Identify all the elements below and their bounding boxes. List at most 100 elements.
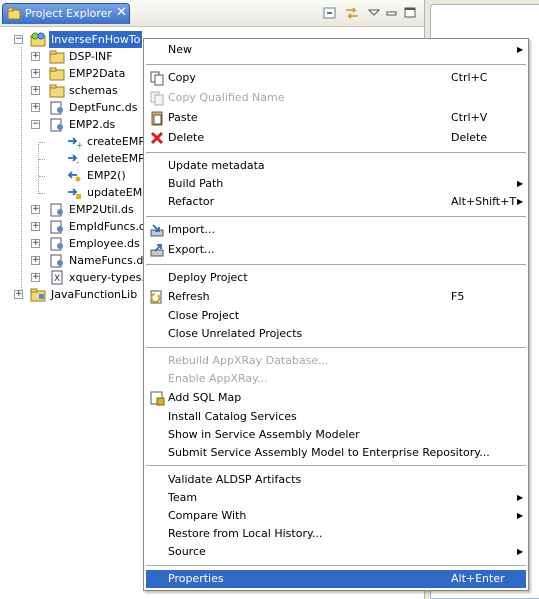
project-explorer-tab[interactable]: Project Explorer ✕ <box>2 3 130 24</box>
menu-item-shortcut: Alt+Shift+T <box>451 195 517 208</box>
menu-item-shortcut: Alt+Enter <box>451 572 505 585</box>
folder-icon <box>49 84 65 98</box>
data-service-icon <box>50 203 63 217</box>
export-icon <box>150 244 164 257</box>
menu-item-label: Deploy Project <box>168 271 248 284</box>
expand-toggle[interactable]: + <box>14 290 23 299</box>
expand-toggle[interactable]: + <box>31 69 40 78</box>
menu-item-label: Close Project <box>168 309 240 322</box>
svg-text:+: + <box>76 141 82 149</box>
maximize-icon[interactable] <box>402 6 418 20</box>
menu-item-show-in-service-assembly-modeler[interactable]: Show in Service Assembly Modeler <box>146 426 526 444</box>
collapse-toggle[interactable]: − <box>31 120 40 129</box>
tree-item-label: DeptFunc.ds <box>69 101 138 114</box>
menu-separator <box>146 264 526 265</box>
view-header: Project Explorer ✕ <box>0 0 424 27</box>
java-project-icon <box>30 288 46 302</box>
data-service-icon <box>50 101 63 115</box>
menu-separator <box>146 64 526 65</box>
view-menu-icon[interactable] <box>366 6 382 20</box>
expand-toggle[interactable]: + <box>31 273 40 282</box>
submenu-arrow-icon: ▶ <box>517 179 524 188</box>
expand-toggle[interactable]: + <box>31 256 40 265</box>
tree-item-label: schemas <box>69 84 118 97</box>
copy-icon <box>150 71 164 86</box>
project-explorer-icon <box>7 7 21 20</box>
create-operation-icon: + <box>68 137 82 149</box>
svg-text:X: X <box>54 274 60 284</box>
tree-item-label: Employee.ds <box>69 237 140 250</box>
tab-title: Project Explorer <box>25 7 112 20</box>
menu-item-export[interactable]: Export... <box>146 241 526 259</box>
menu-item-update-metadata[interactable]: Update metadata <box>146 157 526 175</box>
menu-item-import[interactable]: Import... <box>146 221 526 239</box>
menu-item-refactor[interactable]: Refactor Alt+Shift+T ▶ <box>146 193 526 211</box>
expand-toggle[interactable]: + <box>31 52 40 61</box>
menu-item-compare-with[interactable]: Compare With ▶ <box>146 507 526 525</box>
menu-item-shortcut: F5 <box>451 290 465 303</box>
minimize-icon[interactable] <box>384 6 400 20</box>
tree-item-label: InverseFnHowTo <box>49 31 143 48</box>
menu-item-label: Refresh <box>168 290 210 303</box>
menu-item-label: Install Catalog Services <box>168 410 297 423</box>
menu-item-build-path[interactable]: Build Path ▶ <box>146 175 526 193</box>
menu-item-properties[interactable]: Properties Alt+Enter <box>146 570 526 588</box>
menu-item-refresh[interactable]: Refresh F5 <box>146 288 526 306</box>
tree-item-label: xquery-types.x <box>69 271 152 284</box>
menu-item-label: Build Path <box>168 177 224 190</box>
expand-toggle[interactable]: + <box>31 86 40 95</box>
menu-separator <box>146 465 526 466</box>
menu-item-label: Add SQL Map <box>168 391 242 404</box>
menu-item-label: Restore from Local History... <box>168 527 323 540</box>
menu-separator <box>146 152 526 153</box>
menu-item-copy-qualified-name[interactable]: Copy Qualified Name <box>146 89 526 107</box>
link-with-editor-icon[interactable] <box>344 6 360 20</box>
submenu-arrow-icon: ▶ <box>517 511 524 520</box>
close-icon[interactable]: ✕ <box>116 5 127 20</box>
menu-item-enable-appxray[interactable]: Enable AppXRay... <box>146 370 526 388</box>
delete-operation-icon: - <box>68 154 79 166</box>
menu-item-label: Refactor <box>168 195 215 208</box>
update-operation-icon <box>68 188 81 199</box>
menu-item-deploy-project[interactable]: Deploy Project <box>146 269 526 287</box>
menu-item-label: Team <box>168 491 198 504</box>
expand-toggle[interactable]: + <box>31 222 40 231</box>
menu-item-shortcut: Ctrl+V <box>451 111 488 124</box>
menu-item-label: Import... <box>168 223 215 236</box>
expand-toggle[interactable]: + <box>31 205 40 214</box>
menu-item-delete[interactable]: Delete Delete <box>146 129 526 147</box>
expand-toggle[interactable]: + <box>31 103 40 112</box>
folder-icon <box>49 67 65 81</box>
tree-item-label: EMP2.ds <box>69 118 116 131</box>
menu-item-new[interactable]: New ▶ <box>146 41 526 59</box>
menu-item-label: Submit Service Assembly Model to Enterpr… <box>168 446 490 459</box>
menu-item-label: Copy <box>168 71 196 84</box>
tree-item-label: updateEMP <box>87 186 149 199</box>
menu-item-validate-aldsp-artifacts[interactable]: Validate ALDSP Artifacts <box>146 471 526 489</box>
submenu-arrow-icon: ▶ <box>517 493 524 502</box>
menu-item-team[interactable]: Team ▶ <box>146 489 526 507</box>
menu-item-shortcut: Ctrl+C <box>451 71 488 84</box>
menu-item-close-unrelated-projects[interactable]: Close Unrelated Projects <box>146 325 526 343</box>
menu-item-label: Update metadata <box>168 159 265 172</box>
menu-item-submit-service-assembly-model[interactable]: Submit Service Assembly Model to Enterpr… <box>146 444 526 462</box>
tree-item-label: EMP2Data <box>69 67 126 80</box>
menu-item-label: Compare With <box>168 509 247 522</box>
tree-connector <box>39 176 45 177</box>
menu-item-rebuild-appxray-database[interactable]: Rebuild AppXRay Database... <box>146 352 526 370</box>
expand-toggle[interactable]: + <box>31 239 40 248</box>
collapse-toggle[interactable]: − <box>14 35 23 44</box>
menu-item-install-catalog-services[interactable]: Install Catalog Services <box>146 408 526 426</box>
menu-item-restore-from-local-history[interactable]: Restore from Local History... <box>146 525 526 543</box>
menu-item-paste[interactable]: Paste Ctrl+V <box>146 109 526 127</box>
menu-item-add-sql-map[interactable]: Add SQL Map <box>146 389 526 407</box>
tree-item-label: JavaFunctionLib <box>51 288 138 301</box>
copy-qualified-name-icon <box>150 91 164 106</box>
menu-item-copy[interactable]: Copy Ctrl+C <box>146 69 526 87</box>
menu-item-source[interactable]: Source ▶ <box>146 543 526 561</box>
menu-item-label: Show in Service Assembly Modeler <box>168 428 360 441</box>
submenu-arrow-icon: ▶ <box>517 45 524 54</box>
menu-item-label: Validate ALDSP Artifacts <box>168 473 302 486</box>
menu-item-close-project[interactable]: Close Project <box>146 307 526 325</box>
collapse-all-icon[interactable] <box>322 6 338 20</box>
